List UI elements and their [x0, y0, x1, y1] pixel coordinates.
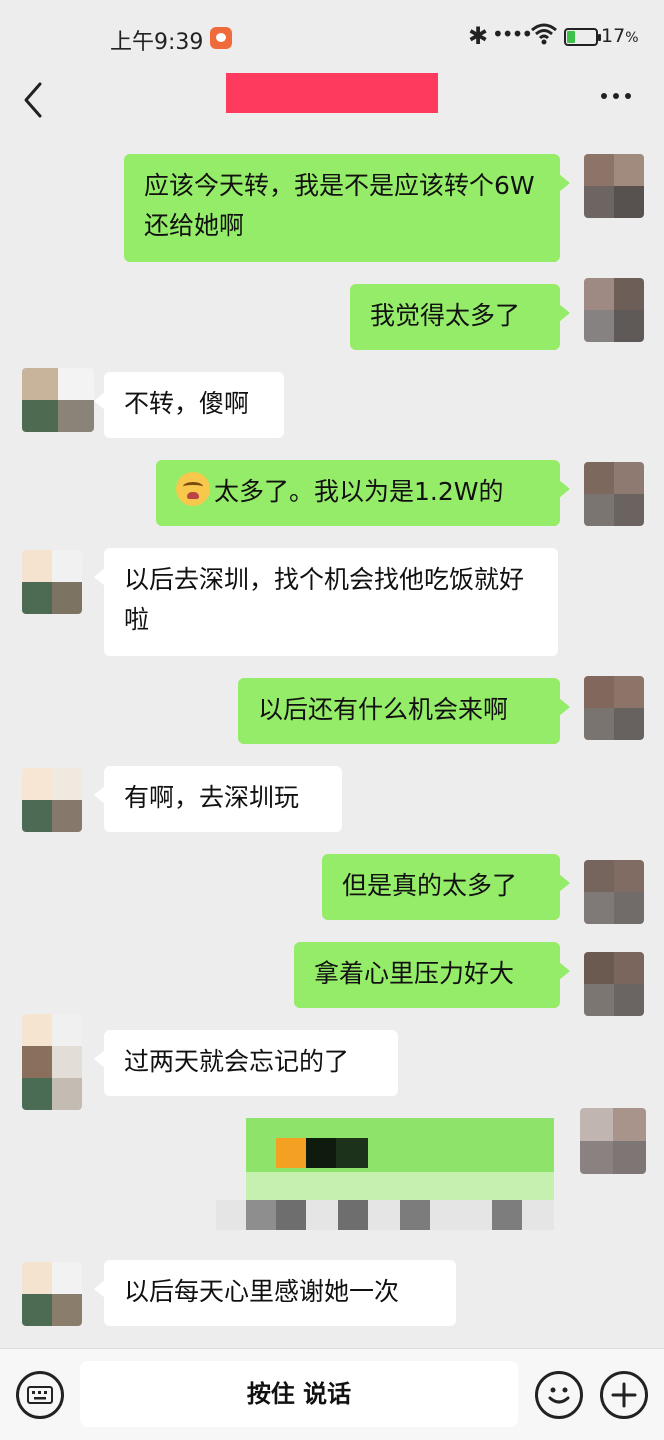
message-bubble-sent[interactable]: 但是真的太多了	[322, 854, 570, 920]
redacted-card-message[interactable]	[216, 1118, 554, 1230]
chevron-left-icon[interactable]	[22, 80, 44, 120]
status-bar: 上午9:39 ✱ •••• 17%	[0, 0, 664, 72]
avatar-self[interactable]	[584, 278, 644, 342]
contact-name-redacted	[226, 73, 438, 113]
avatar-contact[interactable]	[22, 1262, 82, 1326]
avatar-self[interactable]	[584, 952, 644, 1016]
plus-icon[interactable]	[600, 1371, 648, 1419]
battery-icon	[564, 28, 601, 46]
avatar-self[interactable]	[584, 154, 644, 218]
crying-face-icon	[176, 472, 210, 506]
message-bubble-received[interactable]: 以后每天心里感谢她一次	[94, 1260, 456, 1326]
message-bubble-received[interactable]: 过两天就会忘记的了	[94, 1030, 398, 1096]
keyboard-icon[interactable]	[16, 1371, 64, 1419]
chat-header	[0, 72, 664, 132]
avatar-self[interactable]	[580, 1108, 646, 1174]
avatar-contact[interactable]	[22, 768, 82, 832]
avatar-self[interactable]	[584, 676, 644, 740]
bluetooth-icon: ✱	[468, 22, 489, 50]
status-time: 上午9:39	[110, 30, 204, 55]
avatar-contact[interactable]	[22, 550, 82, 614]
hold-to-talk-button[interactable]: 按住 说话	[80, 1361, 518, 1427]
message-bubble-received[interactable]: 有啊，去深圳玩	[94, 766, 342, 832]
avatar-self[interactable]	[584, 860, 644, 924]
message-bubble-received[interactable]: 以后去深圳，找个机会找他吃饭就好啦	[94, 548, 558, 656]
app-notification-icon	[210, 27, 232, 49]
message-bubble-received[interactable]: 不转，傻啊	[94, 372, 284, 438]
message-bubble-sent[interactable]: 应该今天转，我是不是应该转个6W还给她啊	[124, 154, 570, 262]
smiley-icon[interactable]	[535, 1371, 583, 1419]
battery-percent: 17%	[601, 25, 639, 47]
message-bubble-sent[interactable]: 我觉得太多了	[350, 284, 570, 350]
message-bubble-sent[interactable]: 太多了。我以为是1.2W的	[156, 460, 570, 526]
wifi-icon	[531, 23, 557, 45]
input-bar: 按住 说话	[0, 1348, 664, 1440]
message-bubble-sent[interactable]: 拿着心里压力好大	[294, 942, 570, 1008]
message-bubble-sent[interactable]: 以后还有什么机会来啊	[238, 678, 570, 744]
avatar-contact[interactable]	[22, 368, 94, 432]
more-dots-icon[interactable]	[598, 90, 634, 102]
avatar-self[interactable]	[584, 462, 644, 526]
avatar-contact[interactable]	[22, 1014, 82, 1110]
message-text: 太多了。我以为是1.2W的	[214, 477, 504, 506]
signal-icon: ••••	[492, 22, 533, 46]
